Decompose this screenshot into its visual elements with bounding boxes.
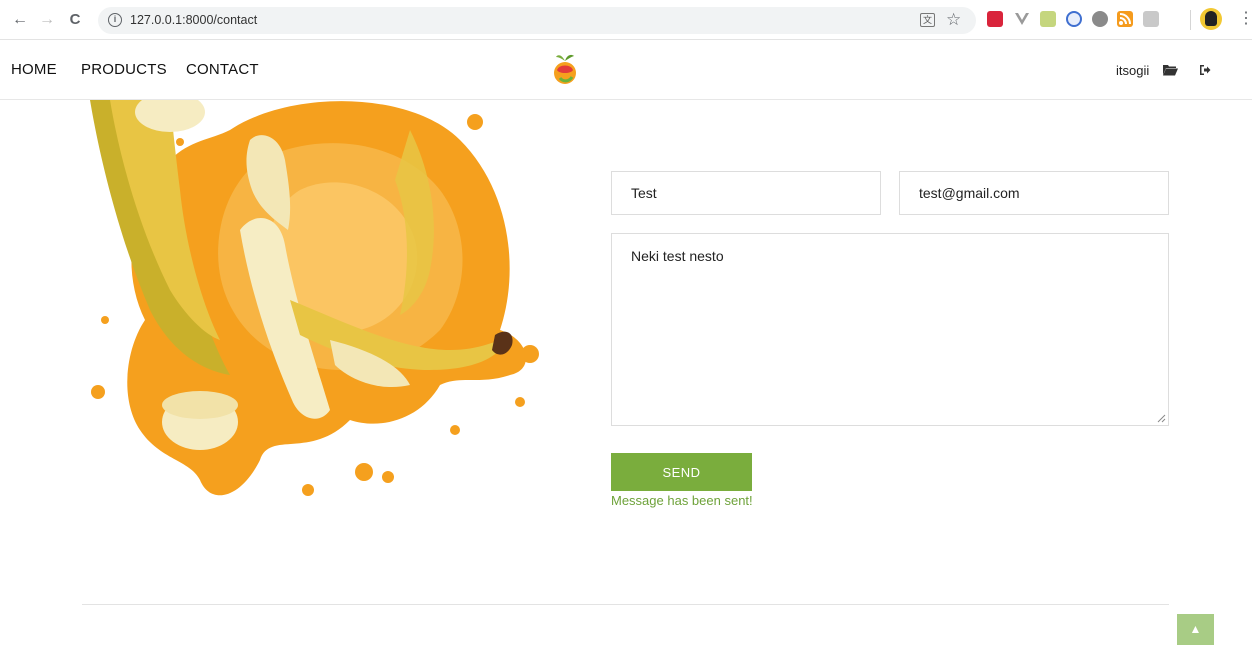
profile-avatar[interactable]	[1200, 8, 1222, 30]
username-label[interactable]: itsogii	[1116, 63, 1149, 78]
reload-button[interactable]: C	[65, 9, 85, 31]
email-input[interactable]	[899, 171, 1169, 215]
address-url[interactable]: 127.0.0.1:8000/contact	[130, 13, 257, 27]
footer-divider	[82, 604, 1169, 605]
toolbar-divider	[1190, 10, 1191, 30]
banana-juice-image	[90, 100, 539, 496]
vue-devtools-icon[interactable]	[1014, 11, 1030, 27]
forward-button[interactable]: →	[37, 9, 57, 31]
extension-red-icon[interactable]	[987, 11, 1003, 27]
browser-menu-icon[interactable]: ⋮	[1238, 10, 1252, 28]
arrow-up-icon: ▲	[1189, 622, 1202, 636]
back-to-top-button[interactable]: ▲	[1177, 614, 1214, 645]
browser-toolbar: ← → C i 127.0.0.1:8000/contact 文 ☆ ⋮	[0, 0, 1252, 40]
message-textarea[interactable]: Neki test nesto	[611, 233, 1169, 426]
extension-notes-icon[interactable]	[1040, 11, 1056, 27]
send-button[interactable]: SEND	[611, 453, 752, 491]
nav-home[interactable]: HOME	[11, 61, 57, 78]
site-info-icon[interactable]: i	[108, 13, 122, 27]
address-bar[interactable]: i 127.0.0.1:8000/contact 文 ☆	[98, 7, 976, 34]
logout-icon[interactable]	[1199, 64, 1211, 76]
translate-icon[interactable]: 文	[920, 13, 935, 27]
extension-grey-icon[interactable]	[1143, 11, 1159, 27]
bookmark-star-icon[interactable]: ☆	[946, 10, 961, 30]
back-button[interactable]: ←	[10, 9, 30, 31]
fruit-logo-icon[interactable]	[551, 51, 579, 87]
rss-icon[interactable]	[1117, 11, 1133, 27]
blocker-icon[interactable]	[1066, 11, 1082, 27]
site-header: HOME PRODUCTS CONTACT itsogii	[0, 40, 1252, 100]
success-message: Message has been sent!	[611, 493, 753, 508]
resize-handle-icon[interactable]	[1156, 413, 1166, 423]
folder-icon[interactable]	[1163, 64, 1178, 76]
nav-products[interactable]: PRODUCTS	[81, 61, 167, 78]
name-input[interactable]	[611, 171, 881, 215]
nav-contact[interactable]: CONTACT	[186, 61, 259, 78]
extension-gear-icon[interactable]	[1092, 11, 1108, 27]
